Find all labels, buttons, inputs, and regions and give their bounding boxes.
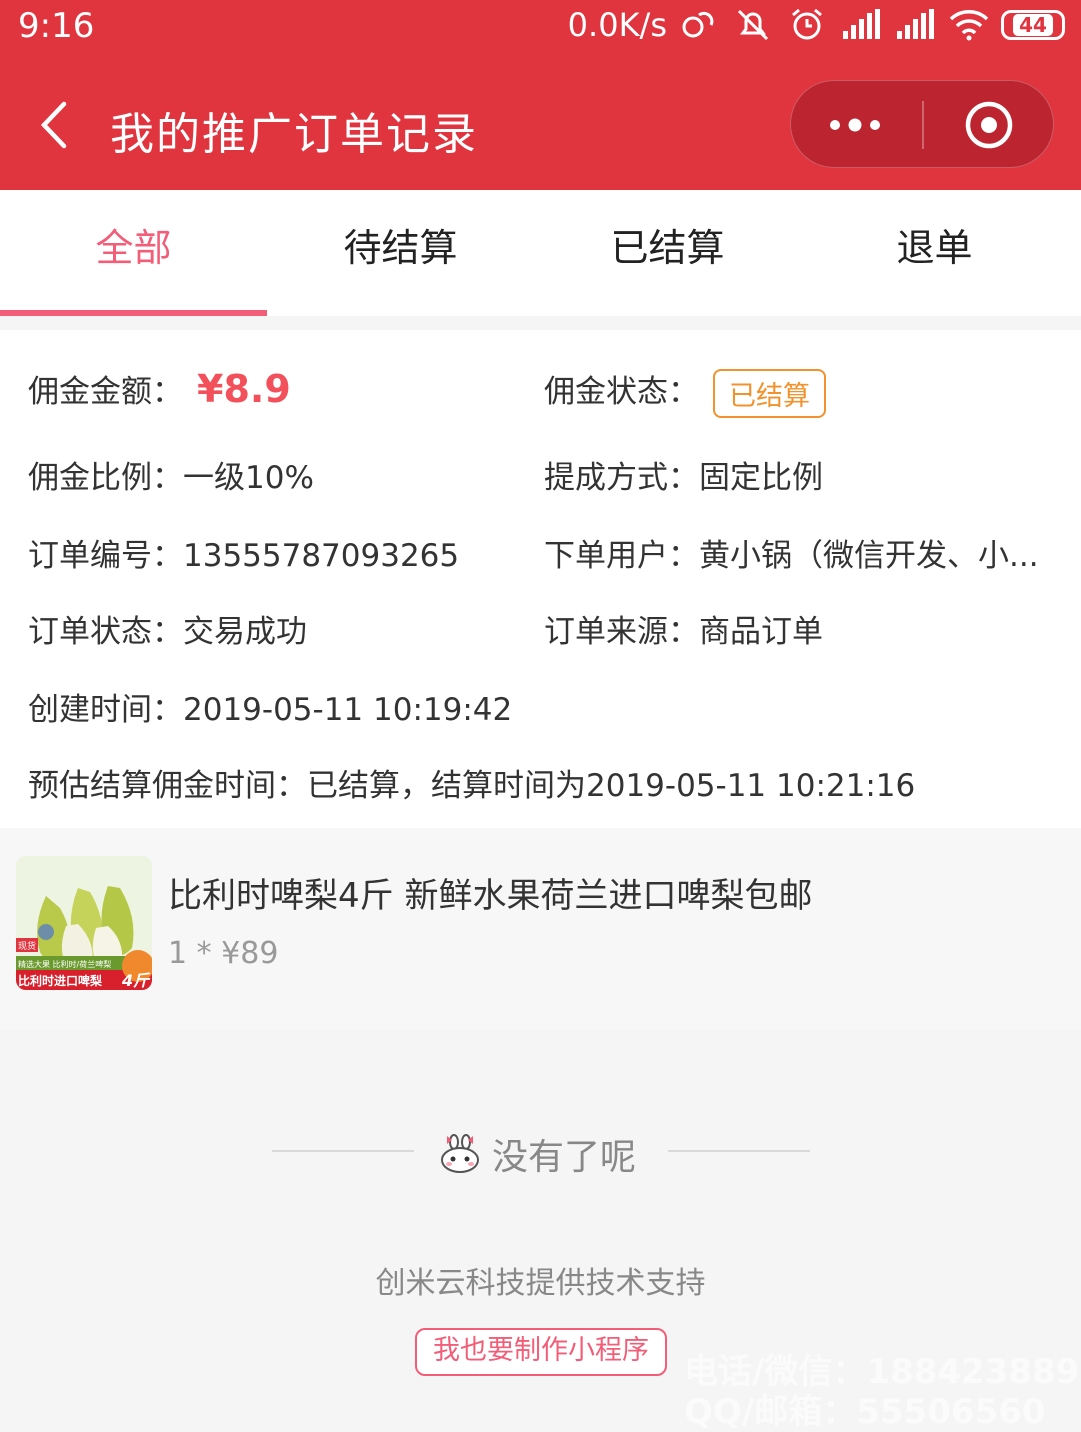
created-time: 创建时间：2019-05-11 10:19:42 [28, 692, 513, 728]
wifi-icon [949, 10, 989, 41]
capsule-divider [922, 101, 924, 149]
tab-pending[interactable]: 待结算 [267, 190, 534, 316]
more-icon[interactable] [827, 105, 887, 145]
tab-refund[interactable]: 退单 [801, 190, 1068, 316]
order-user: 黄小锅（微信开发、小... [699, 538, 1039, 574]
header: 9:16 0.0K/s 44 我的推广订单记录 [0, 0, 1081, 190]
image-weight-text: 4斤 [121, 971, 151, 990]
status-bar: 9:16 0.0K/s 44 [0, 0, 1081, 56]
image-subtitle-text: 精选大果 比利时/荷兰啤梨 [18, 959, 111, 969]
back-icon[interactable] [36, 100, 76, 150]
product-image: 现货 精选大果 比利时/荷兰啤梨 比利时进口啤梨 4斤 [16, 856, 152, 990]
bunny-icon [441, 1134, 479, 1173]
tab-settled[interactable]: 已结算 [534, 190, 801, 316]
divider-right [668, 1150, 810, 1152]
mute-bell-icon [737, 9, 769, 41]
tech-support-text: 创米云科技提供技术支持 [375, 1266, 706, 1301]
commission-amount-label: 佣金金额： [28, 374, 183, 410]
battery-level: 44 [1013, 14, 1053, 36]
order-detail-card: 佣金金额： ¥8.9 佣金状态： 已结算 佣金比例：一级10% 提成方式：固定比例 … [0, 330, 1081, 828]
make-mini-program-button[interactable]: 我也要制作小程序 [415, 1328, 667, 1376]
settle-time: 预估结算佣金时间：已结算，结算时间为2019-05-11 10:21:16 [28, 768, 916, 804]
active-tab-indicator [0, 310, 267, 316]
image-banner-text: 比利时进口啤梨 [18, 973, 102, 988]
pear-image: 现货 精选大果 比利时/荷兰啤梨 比利时进口啤梨 4斤 [16, 856, 152, 990]
page-title: 我的推广订单记录 [110, 109, 478, 160]
link-icon [682, 11, 714, 38]
commission-status-row: 佣金状态： 已结算 [544, 366, 826, 418]
order-user-label: 下单用户： [544, 538, 699, 574]
order-tabs: 全部 待结算 已结算 退单 [0, 190, 1081, 316]
product-title: 比利时啤梨4斤 新鲜水果荷兰进口啤梨包邮 [168, 876, 813, 916]
no-more-text: 没有了呢 [492, 1137, 637, 1178]
commission-ratio: 佣金比例：一级10% [28, 460, 314, 496]
order-user-row: 下单用户：黄小锅（微信开发、小... [544, 530, 1039, 575]
battery-icon: 44 [1001, 10, 1065, 40]
watermark-qq: QQ/邮箱：55506560 [684, 1392, 1046, 1432]
commission-amount: ¥8.9 [197, 367, 291, 411]
commission-amount-row: 佣金金额： ¥8.9 [28, 366, 291, 411]
signal-icon [843, 9, 880, 39]
product-item[interactable]: 现货 精选大果 比利时/荷兰啤梨 比利时进口啤梨 4斤 比利时啤梨4斤 新鲜水果… [0, 828, 1081, 1030]
order-status: 订单状态：交易成功 [28, 614, 307, 650]
close-mini-program-icon[interactable] [963, 99, 1015, 151]
commission-status-label: 佣金状态： [544, 374, 699, 410]
status-time: 9:16 [18, 6, 95, 46]
no-more-indicator: 没有了呢 [438, 1128, 636, 1180]
footer: 没有了呢 创米云科技提供技术支持 我也要制作小程序 电话/微信：18842388… [0, 1058, 1081, 1432]
order-source: 订单来源：商品订单 [544, 614, 823, 650]
status-badge: 已结算 [713, 369, 826, 418]
status-icons: 0.0K/s 44 [568, 6, 1065, 44]
alarm-icon [792, 8, 822, 40]
image-tag-text: 现货 [18, 940, 36, 952]
nav-bar: 我的推广订单记录 [0, 64, 1081, 184]
divider-left [272, 1150, 414, 1152]
commission-method: 提成方式：固定比例 [544, 460, 823, 496]
mini-program-capsule [790, 80, 1054, 168]
tab-all[interactable]: 全部 [0, 190, 267, 316]
signal-icon-2 [897, 9, 934, 39]
product-price: 1 * ¥89 [168, 936, 279, 971]
network-speed: 0.0K/s [567, 6, 667, 44]
order-number: 订单编号：13555787093265 [28, 538, 460, 574]
